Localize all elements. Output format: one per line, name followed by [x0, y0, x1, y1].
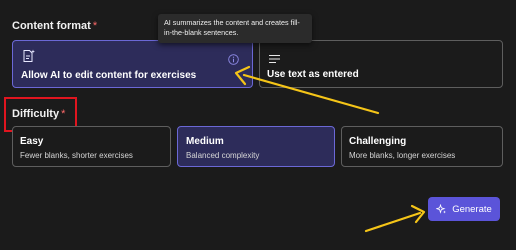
ai-edit-icon — [22, 49, 35, 68]
content-format-label-text: Content format — [12, 20, 91, 32]
generate-button[interactable]: Generate — [428, 197, 500, 221]
use-text-title: Use text as entered — [267, 69, 359, 80]
allow-ai-edit-option[interactable]: Allow AI to edit content for exercises — [12, 40, 253, 88]
arrow-to-generate-button — [364, 204, 426, 233]
allow-ai-edit-title: Allow AI to edit content for exercises — [21, 70, 197, 81]
challenging-title: Challenging — [349, 136, 407, 147]
sparkle-icon — [436, 203, 447, 215]
easy-title: Easy — [20, 136, 44, 147]
use-text-as-entered-option[interactable]: Use text as entered — [259, 40, 503, 88]
generate-label: Generate — [452, 203, 492, 215]
medium-description: Balanced complexity — [186, 151, 260, 160]
medium-title: Medium — [186, 136, 224, 147]
text-lines-icon — [268, 51, 281, 69]
info-icon[interactable] — [228, 52, 239, 70]
difficulty-easy-option[interactable]: Easy Fewer blanks, shorter exercises — [12, 126, 171, 167]
required-marker: * — [92, 20, 98, 32]
easy-description: Fewer blanks, shorter exercises — [20, 151, 133, 160]
difficulty-challenging-option[interactable]: Challenging More blanks, longer exercise… — [341, 126, 503, 167]
challenging-description: More blanks, longer exercises — [349, 151, 456, 160]
difficulty-medium-option[interactable]: Medium Balanced complexity — [177, 126, 335, 167]
content-format-tooltip: AI summarizes the content and creates fi… — [158, 14, 312, 43]
content-format-label: Content format * — [12, 20, 97, 32]
